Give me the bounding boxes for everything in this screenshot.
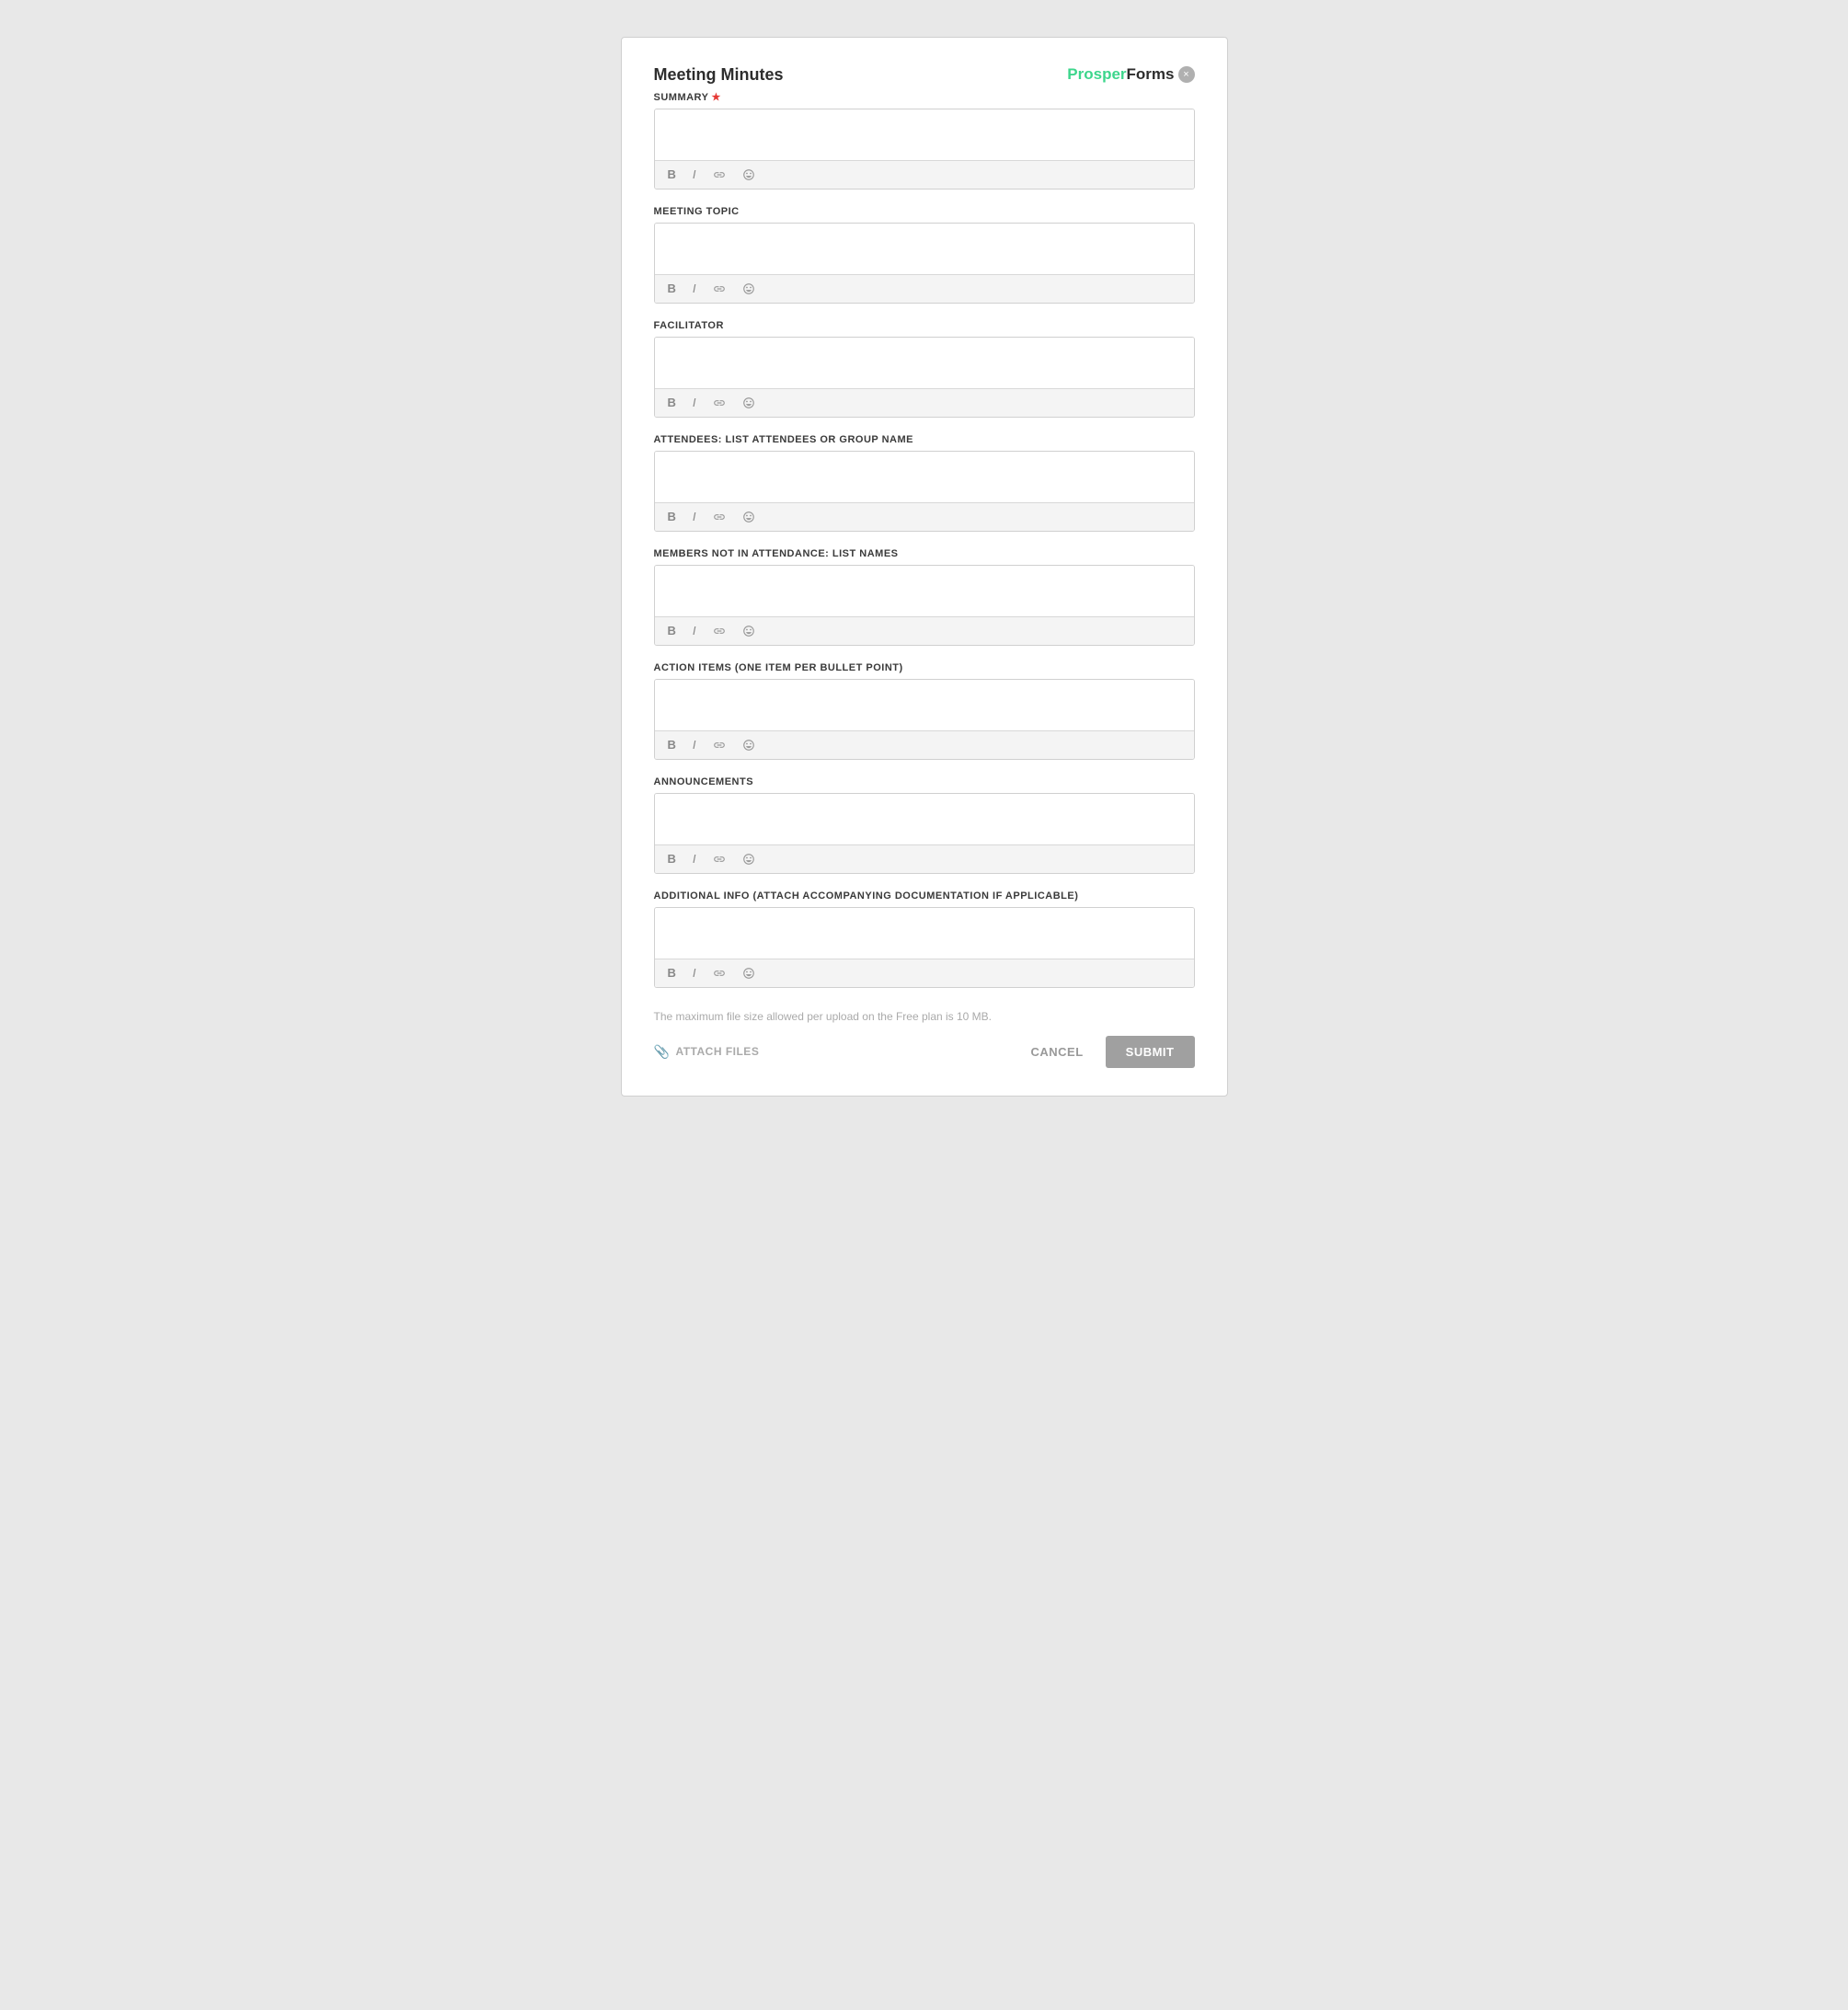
field-group-meeting_topic: MEETING TOPIC BI xyxy=(654,206,1195,304)
toolbar-action_items: BI xyxy=(655,730,1194,759)
close-button[interactable]: × xyxy=(1178,66,1195,83)
input-meeting_topic[interactable] xyxy=(655,224,1194,270)
link-button-summary[interactable] xyxy=(709,167,729,183)
input-members_not_attending[interactable] xyxy=(655,566,1194,612)
link-button-attendees[interactable] xyxy=(709,509,729,525)
emoji-button-meeting_topic[interactable] xyxy=(739,281,759,297)
field-wrapper-announcements: BI xyxy=(654,793,1195,874)
input-additional_info[interactable] xyxy=(655,908,1194,954)
field-wrapper-summary: BI xyxy=(654,109,1195,190)
field-group-summary: SUMMARY★ BI xyxy=(654,91,1195,190)
form-actions: 📎 ATTACH FILES CANCEL SUBMIT xyxy=(654,1036,1195,1068)
field-wrapper-action_items: BI xyxy=(654,679,1195,760)
field-group-additional_info: ADDITIONAL INFO (ATTACH ACCOMPANYING DOC… xyxy=(654,890,1195,988)
file-size-note: The maximum file size allowed per upload… xyxy=(654,1010,1195,1023)
footer-section: The maximum file size allowed per upload… xyxy=(654,1010,1195,1068)
italic-button-meeting_topic[interactable]: I xyxy=(689,281,700,296)
emoji-button-members_not_attending[interactable] xyxy=(739,623,759,639)
toolbar-summary: BI xyxy=(655,160,1194,189)
emoji-button-summary[interactable] xyxy=(739,167,759,183)
field-wrapper-members_not_attending: BI xyxy=(654,565,1195,646)
logo: ProsperForms xyxy=(1067,65,1174,84)
toolbar-facilitator: BI xyxy=(655,388,1194,417)
paperclip-icon: 📎 xyxy=(654,1044,671,1060)
italic-button-additional_info[interactable]: I xyxy=(689,965,700,981)
italic-button-summary[interactable]: I xyxy=(689,167,700,182)
attach-files-label: ATTACH FILES xyxy=(675,1045,759,1058)
italic-button-announcements[interactable]: I xyxy=(689,851,700,867)
toolbar-additional_info: BI xyxy=(655,959,1194,987)
emoji-button-facilitator[interactable] xyxy=(739,395,759,411)
label-summary: SUMMARY★ xyxy=(654,91,1195,103)
logo-prosper: Prosper xyxy=(1067,65,1126,84)
attach-files-button[interactable]: 📎 ATTACH FILES xyxy=(654,1044,760,1060)
toolbar-announcements: BI xyxy=(655,844,1194,873)
link-button-announcements[interactable] xyxy=(709,851,729,867)
field-wrapper-attendees: BI xyxy=(654,451,1195,532)
label-action_items: ACTION ITEMS (ONE ITEM PER BULLET POINT) xyxy=(654,662,1195,673)
field-wrapper-meeting_topic: BI xyxy=(654,223,1195,304)
bold-button-facilitator[interactable]: B xyxy=(664,395,680,410)
submit-button[interactable]: SUBMIT xyxy=(1106,1036,1195,1068)
emoji-button-action_items[interactable] xyxy=(739,737,759,753)
bold-button-announcements[interactable]: B xyxy=(664,851,680,867)
field-wrapper-additional_info: BI xyxy=(654,907,1195,988)
field-group-action_items: ACTION ITEMS (ONE ITEM PER BULLET POINT)… xyxy=(654,662,1195,760)
label-announcements: ANNOUNCEMENTS xyxy=(654,776,1195,787)
link-button-meeting_topic[interactable] xyxy=(709,281,729,297)
bold-button-members_not_attending[interactable]: B xyxy=(664,623,680,638)
label-members_not_attending: MEMBERS NOT IN ATTENDANCE: LIST NAMES xyxy=(654,548,1195,559)
input-action_items[interactable] xyxy=(655,680,1194,726)
emoji-button-additional_info[interactable] xyxy=(739,965,759,982)
field-wrapper-facilitator: BI xyxy=(654,337,1195,418)
toolbar-attendees: BI xyxy=(655,502,1194,531)
bold-button-additional_info[interactable]: B xyxy=(664,965,680,981)
toolbar-members_not_attending: BI xyxy=(655,616,1194,645)
input-summary[interactable] xyxy=(655,109,1194,155)
emoji-button-announcements[interactable] xyxy=(739,851,759,867)
italic-button-action_items[interactable]: I xyxy=(689,737,700,752)
logo-wrapper: ProsperForms × xyxy=(1067,65,1194,84)
input-attendees[interactable] xyxy=(655,452,1194,498)
field-group-members_not_attending: MEMBERS NOT IN ATTENDANCE: LIST NAMES BI xyxy=(654,548,1195,646)
form-header: Meeting Minutes ProsperForms × xyxy=(654,65,1195,86)
required-star: ★ xyxy=(711,92,720,103)
logo-forms: Forms xyxy=(1127,65,1175,84)
italic-button-facilitator[interactable]: I xyxy=(689,395,700,410)
field-group-attendees: ATTENDEES: LIST ATTENDEES OR GROUP NAME B… xyxy=(654,434,1195,532)
link-button-action_items[interactable] xyxy=(709,737,729,753)
link-button-additional_info[interactable] xyxy=(709,965,729,982)
input-announcements[interactable] xyxy=(655,794,1194,840)
cancel-button[interactable]: CANCEL xyxy=(1019,1038,1094,1066)
field-group-announcements: ANNOUNCEMENTS BI xyxy=(654,776,1195,874)
form-container: Meeting Minutes ProsperForms × SUMMARY★ B… xyxy=(621,37,1228,1097)
toolbar-meeting_topic: BI xyxy=(655,274,1194,303)
italic-button-members_not_attending[interactable]: I xyxy=(689,623,700,638)
bold-button-meeting_topic[interactable]: B xyxy=(664,281,680,296)
emoji-button-attendees[interactable] xyxy=(739,509,759,525)
label-meeting_topic: MEETING TOPIC xyxy=(654,206,1195,217)
field-group-facilitator: FACILITATOR BI xyxy=(654,320,1195,418)
input-facilitator[interactable] xyxy=(655,338,1194,384)
action-buttons: CANCEL SUBMIT xyxy=(1019,1036,1194,1068)
bold-button-action_items[interactable]: B xyxy=(664,737,680,752)
label-attendees: ATTENDEES: LIST ATTENDEES OR GROUP NAME xyxy=(654,434,1195,445)
label-additional_info: ADDITIONAL INFO (ATTACH ACCOMPANYING DOC… xyxy=(654,890,1195,902)
label-facilitator: FACILITATOR xyxy=(654,320,1195,331)
fields-container: SUMMARY★BIMEETING TOPICBIFACILITATORBIAT… xyxy=(654,91,1195,988)
bold-button-summary[interactable]: B xyxy=(664,167,680,182)
link-button-facilitator[interactable] xyxy=(709,395,729,411)
bold-button-attendees[interactable]: B xyxy=(664,509,680,524)
italic-button-attendees[interactable]: I xyxy=(689,509,700,524)
form-title: Meeting Minutes xyxy=(654,65,784,86)
link-button-members_not_attending[interactable] xyxy=(709,623,729,639)
